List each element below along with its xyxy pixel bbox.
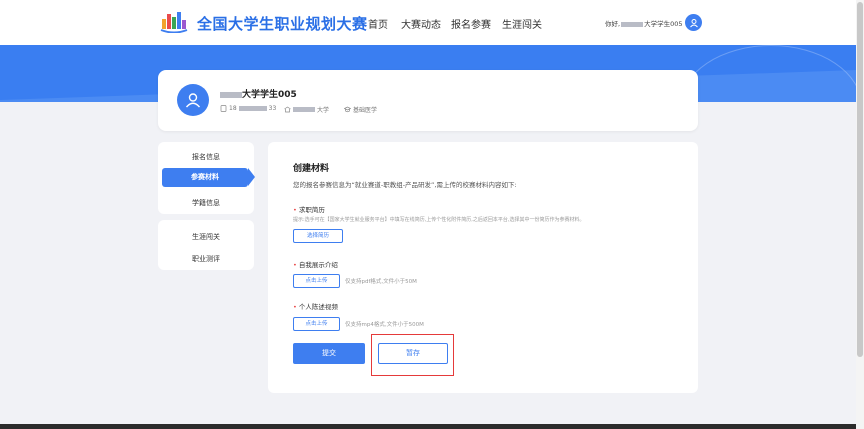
sidebar-career: 生涯闯关 职业测评	[158, 220, 254, 270]
video-label: • 个人陈述视频	[293, 301, 338, 311]
top-header: 全国大学生职业规划大赛 首页 大赛动态 报名参赛 生涯闯关 你好, 大学学生005	[0, 0, 856, 45]
profile-name: 大学学生005	[220, 87, 297, 100]
profile-card: 大学学生005 18 33 大学 基础医学	[158, 70, 698, 131]
masked-text	[293, 107, 315, 112]
site-title[interactable]: 全国大学生职业规划大赛	[197, 13, 368, 34]
intro-doc-label: • 自我展示介绍	[293, 259, 338, 269]
intro-doc-tip: 仅支持pdf格式,文件小于50M	[345, 279, 417, 285]
video-tip: 仅支持mp4格式,文件小于500M	[345, 322, 424, 328]
form-title: 创建材料	[293, 164, 330, 174]
intro-doc-label-text: 自我展示介绍	[298, 261, 338, 269]
logo-icon[interactable]	[160, 11, 188, 33]
sidebar-item-career[interactable]: 生涯闯关	[158, 232, 254, 242]
required-mark: •	[293, 261, 297, 269]
upload-intro-button[interactable]: 点击上传	[293, 274, 340, 288]
profile-name-text: 大学学生005	[242, 90, 297, 100]
video-label-text: 个人陈述视频	[298, 303, 338, 311]
form-intro: 您的报名参赛信息为“就业赛道-职教组-产品研发”,需上传的校赛材料内容如下:	[293, 181, 517, 189]
required-mark: •	[293, 303, 297, 311]
sidebar-item-student-info[interactable]: 学籍信息	[158, 198, 254, 208]
major-text: 基础医学	[353, 107, 378, 114]
phone-suffix: 33	[268, 105, 277, 112]
greeting-prefix: 你好,	[605, 20, 621, 28]
sidebar-item-assessment[interactable]: 职业测评	[158, 254, 254, 264]
nav-news[interactable]: 大赛动态	[401, 16, 441, 31]
phone-prefix: 18	[229, 105, 237, 112]
user-greeting[interactable]: 你好, 大学学生005	[605, 18, 683, 28]
required-mark: •	[293, 206, 297, 214]
highlight-box	[371, 334, 454, 376]
major-icon	[344, 106, 351, 113]
resume-label: • 求职简历	[293, 204, 325, 214]
sidebar-registration: 报名信息 参赛材料 学籍信息	[158, 142, 255, 214]
nav-register[interactable]: 报名参赛	[451, 16, 491, 31]
greeting-name: 大学学生005	[644, 20, 683, 28]
sidebar-item-materials[interactable]: 参赛材料	[162, 168, 255, 187]
profile-major: 基础医学	[344, 105, 377, 114]
user-icon	[185, 93, 201, 108]
school-suffix: 大学	[317, 107, 330, 114]
masked-text	[220, 91, 242, 98]
profile-school: 大学	[284, 105, 329, 114]
sidebar-item-registration-info[interactable]: 报名信息	[158, 152, 254, 162]
submit-button[interactable]: 提交	[293, 343, 365, 364]
masked-text	[238, 106, 267, 111]
nav-career[interactable]: 生涯闯关	[502, 16, 542, 31]
user-icon	[689, 18, 698, 27]
select-resume-button[interactable]: 选择简历	[293, 229, 343, 243]
scrollbar-thumb[interactable]	[857, 2, 863, 357]
resume-hint: 提示:选手可在【国家大学生就业服务平台】中填写在线简历,上传个性化附件简历,之后…	[293, 217, 585, 223]
phone-icon	[220, 105, 227, 112]
user-avatar[interactable]	[685, 14, 702, 31]
masked-text	[621, 21, 644, 27]
nav-home[interactable]: 首页	[368, 16, 388, 31]
upload-video-button[interactable]: 点击上传	[293, 317, 340, 331]
bottom-edge	[0, 424, 856, 429]
resume-label-text: 求职简历	[298, 206, 325, 214]
school-icon	[284, 106, 291, 113]
materials-form: 创建材料 您的报名参赛信息为“就业赛道-职教组-产品研发”,需上传的校赛材料内容…	[268, 142, 698, 393]
profile-avatar	[177, 84, 209, 116]
profile-phone: 18 33	[220, 105, 276, 112]
